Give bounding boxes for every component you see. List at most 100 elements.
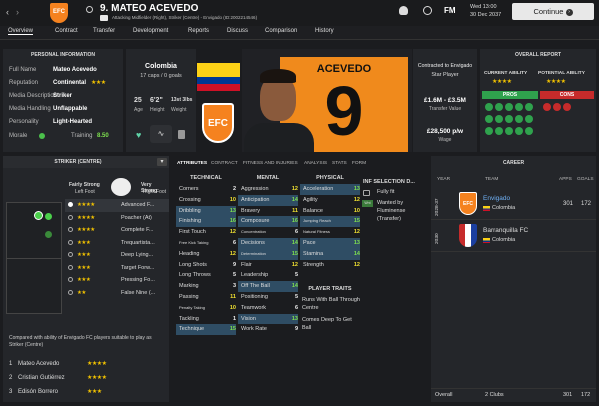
attribute-row[interactable]: Jumping Reach 15 [300,216,360,228]
role-radio[interactable] [68,214,73,220]
tab-attributes[interactable]: ATTRIBUTES [177,161,207,166]
info-value: Mateo Acevedo [53,67,97,73]
attribute-row[interactable]: Stamina 14 [300,248,360,260]
tab-discuss[interactable]: Discuss [227,28,248,34]
role-row[interactable]: ★★★ Deep Lying... [65,249,169,262]
position-dot-primary[interactable] [34,211,43,220]
overall-report-panel[interactable]: OVERALL REPORT CURRENT ABILITY POTENTIAL… [480,49,596,152]
attribute-row[interactable]: Technique 15 [176,324,236,336]
forward-button[interactable]: › [16,7,19,17]
attribute-row[interactable]: Work Rate 9 [238,324,298,335]
nation-panel: Colombia 17 caps / 0 goals 25 Age 6'2" H… [126,49,196,152]
role-stars: ★★★ [77,264,91,271]
attribute-row[interactable]: Heading 12 [176,249,236,260]
compare-row[interactable]: 1 Mateo Acevedo ★★★★ [3,358,169,371]
career-panel: CAREER YEAR TEAM APPS GOALS 2028-37 EFC … [431,156,596,402]
attribute-row[interactable]: Tackling 1 [176,314,236,325]
skull-icon[interactable] [399,6,408,15]
col-apps: APPS [559,177,572,182]
attribute-row[interactable]: Free Kick Taking 6 [176,238,236,249]
attribute-row[interactable]: Concentration 6 [238,227,298,238]
globe-icon[interactable] [423,6,432,15]
tab-fitness[interactable]: FITNESS AND INJURIES [243,161,298,166]
role-row[interactable]: ★★★★ Complete F... [65,224,169,237]
role-radio[interactable] [68,239,73,245]
role-radio[interactable] [68,252,73,257]
search-icon[interactable] [86,6,93,13]
position-dot[interactable] [45,213,52,220]
career-row[interactable]: 2028-37 EFC Envigado Colombia 301 172 [431,188,596,220]
attribute-row[interactable]: Crossing 10 [176,195,236,206]
attribute-row[interactable]: Bravery 11 [238,206,298,217]
attribute-row[interactable]: Leadership 5 [238,270,298,281]
tab-contract-sub[interactable]: CONTRACT [211,161,238,166]
attribute-row[interactable]: Positioning 5 [238,292,298,303]
attribute-row[interactable]: Agility 12 [300,195,360,206]
attribute-row[interactable]: Vision 13 [238,313,298,325]
role-row[interactable]: ★★★ Pressing Fo... [65,274,169,287]
attribute-row[interactable]: Natural Fitness 12 [300,227,360,238]
info-label: Reputation [9,80,39,86]
attribute-row[interactable]: Anticipation 14 [238,194,298,206]
role-row[interactable]: ★★★ Trequartista... [65,237,169,250]
pro-icon [485,103,493,111]
career-team[interactable]: Envigado [483,195,510,202]
pitch-halfway-line [7,258,61,259]
career-row[interactable]: 2030 Barranquilla FC Colombia [431,220,596,252]
tab-development[interactable]: Development [133,28,168,34]
attribute-row[interactable]: Teamwork 6 [238,303,298,314]
attribute-row[interactable]: Determination 15 [238,248,298,260]
attribute-row[interactable]: Acceleration 13 [300,184,360,195]
attribute-row[interactable]: Decisions 14 [238,238,298,249]
fm-logo[interactable]: FM [444,6,456,15]
attribute-row[interactable]: Marking 3 [176,281,236,292]
nation-name[interactable]: Colombia [126,63,196,70]
attribute-row[interactable]: Long Throws 5 [176,270,236,281]
role-radio[interactable] [68,264,73,270]
attribute-row[interactable]: Composure 16 [238,216,298,228]
position-dot[interactable] [45,231,52,238]
back-button[interactable]: ‹ [6,7,9,17]
attribute-row[interactable]: Corners 2 [176,184,236,195]
tab-transfer[interactable]: Transfer [93,28,115,34]
career-team[interactable]: Barranquilla FC [483,227,528,234]
tab-overview[interactable]: Overview [8,28,34,35]
role-radio[interactable] [68,227,73,232]
club-crest[interactable]: EFC [50,3,68,23]
attribute-row[interactable]: Flair 12 [238,260,298,271]
career-country: Colombia [492,237,516,243]
role-row[interactable]: ★★ False Nine (... [65,287,169,300]
tab-contract[interactable]: Contract [55,28,78,34]
tab-form[interactable]: FORM [352,161,366,166]
compare-row[interactable]: 2 Cristian Gutiérrez ★★★★ [3,372,169,385]
role-radio[interactable] [68,277,73,282]
attribute-row[interactable]: Long Shots 9 [176,260,236,271]
attribute-row[interactable]: Aggression 12 [238,184,298,195]
position-selector[interactable]: STRIKER (CENTRE) ▾ [3,156,169,168]
tab-analysis[interactable]: ANALYSIS [304,161,327,166]
tab-history[interactable]: History [315,28,334,34]
role-radio[interactable] [68,289,73,295]
attribute-row[interactable]: Dribbling 13 [176,205,236,217]
selection-panel: INF SELECTION D... Fully fit Wnt Wanted … [360,172,428,262]
tab-reports[interactable]: Reports [188,28,209,34]
attribute-row[interactable]: Strength 12 [300,260,360,271]
tab-stats[interactable]: STATS [332,161,347,166]
morale-label: Morale [9,133,28,139]
attribute-value: 6 [232,240,236,246]
attribute-row[interactable]: Penalty Taking 10 [176,303,236,314]
role-row[interactable]: ★★★★ Advanced F... [65,199,169,212]
attribute-row[interactable]: First Touch 12 [176,227,236,238]
attribute-row[interactable]: Pace 13 [300,238,360,249]
role-row[interactable]: ★★★★ Poacher (At) [65,212,169,225]
compare-row[interactable]: 3 Edisón Borrero ★★★ [3,386,169,399]
role-row[interactable]: ★★★ Target Forw... [65,262,169,275]
attribute-row[interactable]: Passing 11 [176,292,236,303]
role-radio[interactable] [68,202,73,207]
attribute-row[interactable]: Off The Ball 14 [238,281,298,292]
attribute-row[interactable]: Balance 10 [300,206,360,217]
continue-button[interactable]: Continue › [512,3,594,20]
attribute-row[interactable]: Finishing 16 [176,216,236,228]
tab-comparison[interactable]: Comparison [265,28,297,34]
wanted-text[interactable]: Wanted by Fluminense (Transfer) [377,199,427,223]
